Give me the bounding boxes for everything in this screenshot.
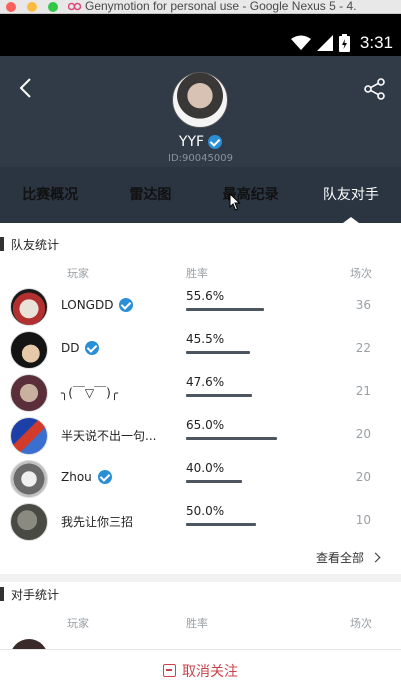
unfollow-button[interactable]: 取消关注 [0, 649, 401, 691]
teammate-winrate: 65.0% [186, 418, 225, 432]
teammate-name-text: DD [61, 341, 80, 355]
mouse-cursor-icon [229, 193, 241, 211]
column-header-player: 玩家 [67, 617, 89, 630]
teammate-row[interactable]: ╮(￣▽￣)╭ 47.6% 21 [0, 371, 401, 414]
tab-best-records[interactable]: 最高纪录 [201, 167, 301, 223]
window-title-text: Genymotion for personal use - Google Nex… [85, 0, 357, 13]
teammate-name: DD [61, 341, 100, 355]
teammate-name: ╮(￣▽￣)╭ [61, 384, 118, 401]
teammate-name: LONGDD [61, 298, 134, 312]
window-titlebar: Genymotion for personal use - Google Nex… [0, 0, 401, 14]
teammate-winrate: 50.0% [186, 504, 225, 518]
column-header-player: 玩家 [67, 267, 89, 280]
battery-icon [338, 34, 350, 52]
minimize-window-button[interactable] [27, 2, 37, 12]
teammate-name-text: Zhou [61, 470, 92, 484]
teammate-games-count: 36 [355, 298, 371, 312]
teammate-games-count: 20 [355, 470, 371, 484]
teammate-winrate: 55.6% [186, 289, 225, 303]
winrate-bar [186, 394, 252, 397]
teammate-games-count: 22 [355, 341, 371, 355]
teammate-winrate: 40.0% [186, 461, 225, 475]
teammate-row[interactable]: Zhou 40.0% 20 [0, 457, 401, 500]
verified-badge-icon [119, 298, 134, 312]
opponents-section-title: 对手统计 [0, 586, 59, 602]
teammate-name: 我先让你三招 [61, 513, 133, 530]
tab-label: 雷达图 [129, 187, 172, 203]
section-divider [0, 574, 401, 582]
teammate-avatar[interactable] [10, 374, 48, 412]
teammate-games-count: 10 [355, 513, 371, 527]
teammate-name-text: LONGDD [61, 298, 114, 312]
signal-icon [316, 35, 333, 51]
teammate-name: Zhou [61, 470, 112, 484]
winrate-bar [186, 480, 242, 483]
wifi-icon [290, 35, 311, 50]
tab-radar-chart[interactable]: 雷达图 [100, 167, 200, 223]
column-header-games: 场次 [350, 617, 372, 630]
verified-badge-icon [97, 470, 112, 484]
profile-user-id: ID:90045009 [168, 153, 233, 164]
section-title-text: 对手统计 [11, 587, 60, 602]
teammate-name-text: 我先让你三招 [61, 515, 134, 529]
teammate-avatar[interactable] [10, 460, 48, 498]
zoom-window-button[interactable] [48, 2, 58, 12]
section-marker [0, 587, 4, 601]
teammate-row[interactable]: 我先让你三招 50.0% 10 [0, 500, 401, 543]
teammate-avatar[interactable] [10, 417, 48, 455]
unfollow-label: 取消关注 [182, 663, 238, 680]
tab-teammates-opponents[interactable]: 队友对手 [301, 167, 401, 223]
share-icon[interactable] [362, 76, 388, 102]
column-header-winrate: 胜率 [186, 267, 208, 280]
teammate-winrate: 47.6% [186, 375, 225, 389]
back-icon[interactable] [16, 76, 38, 100]
winrate-bar [186, 351, 250, 354]
close-window-button[interactable] [6, 2, 16, 12]
teammate-row[interactable]: 半天说不出一句... 65.0% 20 [0, 414, 401, 457]
verified-badge-icon [85, 341, 100, 355]
teammates-section-title: 队友统计 [0, 236, 59, 252]
teammate-name-text: ╮(￣▽￣)╭ [61, 386, 119, 400]
section-marker [0, 237, 4, 251]
column-header-games: 场次 [350, 267, 372, 280]
teammate-row[interactable]: LONGDD 55.6% 36 [0, 285, 401, 328]
teammate-winrate: 45.5% [186, 332, 225, 346]
teammate-name-text: 半天说不出一句... [61, 429, 157, 443]
profile-username: YYF [178, 134, 205, 150]
profile-header: YYF ID:90045009 [0, 56, 401, 167]
tab-bar: 比赛概况 雷达图 最高纪录 队友对手 [0, 167, 401, 223]
status-time: 3:31 [359, 33, 393, 52]
winrate-bar [186, 523, 256, 526]
winrate-bar [186, 308, 264, 311]
see-all-text: 查看全部 [315, 551, 364, 565]
teammate-games-count: 20 [355, 427, 371, 441]
tab-match-overview[interactable]: 比赛概况 [0, 167, 100, 223]
teammate-row[interactable]: DD 45.5% 22 [0, 328, 401, 371]
verified-badge-icon [208, 135, 223, 149]
tab-label: 比赛概况 [22, 187, 79, 203]
active-tab-indicator [342, 217, 359, 223]
winrate-bar [186, 437, 277, 440]
column-header-winrate: 胜率 [186, 617, 208, 630]
teammate-avatar[interactable] [10, 288, 48, 326]
chevron-right-icon [370, 552, 381, 563]
teammate-name: 半天说不出一句... [61, 427, 156, 444]
window-title: Genymotion for personal use - Google Nex… [68, 0, 356, 13]
genymotion-logo-icon [68, 2, 81, 11]
teammate-avatar[interactable] [10, 331, 48, 369]
section-title-text: 队友统计 [11, 237, 60, 252]
tab-label: 队友对手 [322, 187, 379, 203]
unfollow-icon [163, 664, 176, 677]
teammate-games-count: 21 [355, 384, 371, 398]
teammate-avatar[interactable] [10, 503, 48, 541]
status-bar: 3:31 [0, 14, 401, 56]
see-all-link[interactable]: 查看全部 [315, 549, 381, 566]
profile-avatar[interactable] [172, 72, 228, 128]
